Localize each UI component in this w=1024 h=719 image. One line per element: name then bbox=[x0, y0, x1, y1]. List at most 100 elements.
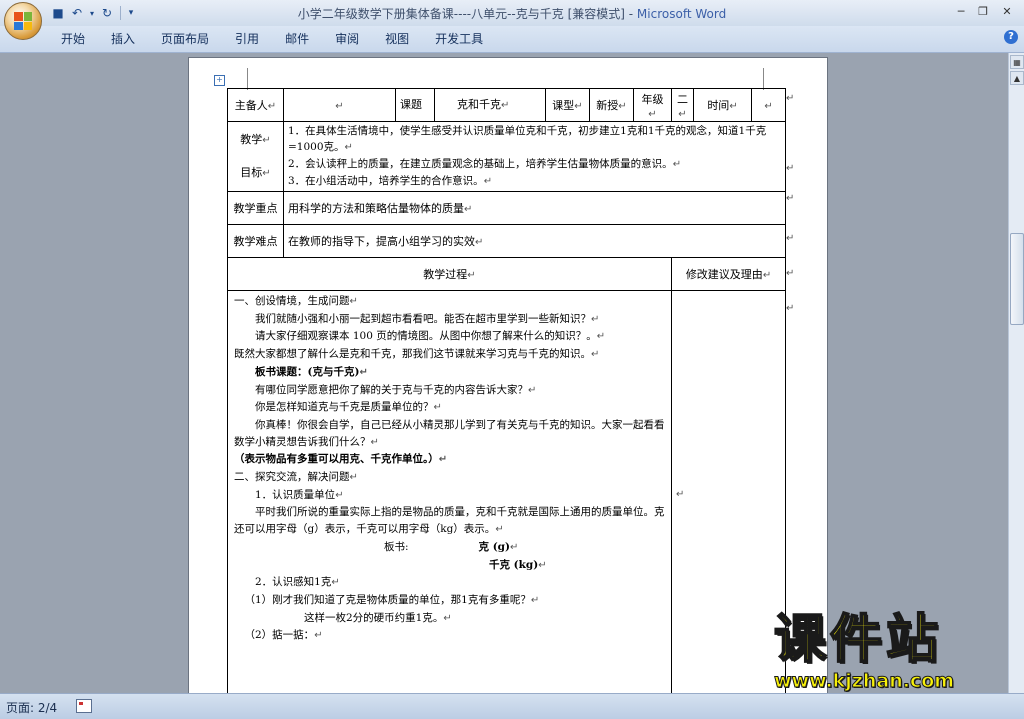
para-mark: ↵ bbox=[574, 101, 583, 112]
lesson-plan-table[interactable]: 主备人↵ ↵ 课题 克和千克↵ 课型↵ 新授↵ 年级↵ 二↵ 时间↵ ↵ 教学↵ … bbox=[227, 88, 787, 693]
tab-references[interactable]: 引用 bbox=[222, 30, 272, 48]
process-line: （1）刚才我们知道了克是物体质量的单位，那1克有多重呢？↵ bbox=[234, 592, 665, 610]
process-line: 平时我们所说的重量实际上指的是物品的质量，克和千克就是国际上通用的质量单位。克还… bbox=[234, 504, 665, 538]
process-line: 1．认识质量单位↵ bbox=[234, 487, 665, 505]
status-bar: 页面: 2/4 bbox=[0, 693, 1024, 719]
process-header-cell: 教学过程↵ bbox=[227, 257, 672, 291]
time-label: 时间 bbox=[707, 99, 730, 112]
difficulty-content-cell[interactable]: 在教师的指导下，提高小组学习的实效↵ bbox=[282, 224, 787, 258]
tab-developer[interactable]: 开发工具 bbox=[422, 30, 496, 48]
tab-view[interactable]: 视图 bbox=[372, 30, 422, 48]
process-line: 2．认识感知1克↵ bbox=[234, 574, 665, 592]
para-mark: ↵ bbox=[509, 541, 519, 553]
process-line: （表示物品有多重可以用克、千克作单位。）↵ bbox=[234, 451, 665, 469]
grade-value: 二 bbox=[677, 92, 688, 106]
board-value-kilogram: 千克 (kg) bbox=[489, 558, 539, 571]
process-line-text: 板书课题：(克与千克) bbox=[255, 365, 360, 378]
vertical-scrollbar[interactable]: ▦ ▲ bbox=[1008, 53, 1024, 693]
para-mark: ↵ bbox=[359, 366, 368, 378]
minimize-icon[interactable]: ─ bbox=[950, 2, 972, 20]
document-title: 小学二年级数学下册集体备课----八单元--克与千克 [兼容模式] bbox=[297, 7, 625, 21]
para-mark: ↵ bbox=[591, 349, 600, 361]
proofing-status-icon[interactable] bbox=[76, 699, 92, 713]
document-workspace[interactable]: 主备人↵ ↵ 课题 克和千克↵ 课型↵ 新授↵ 年级↵ 二↵ 时间↵ ↵ 教学↵ … bbox=[0, 53, 1008, 693]
process-line: （2）掂一掂：↵ bbox=[234, 627, 665, 645]
para-mark: ↵ bbox=[464, 204, 473, 215]
para-mark: ↵ bbox=[331, 577, 340, 589]
process-line: 我们就随小强和小丽一起到超市看看吧。能否在超市里学到一些新知识？↵ bbox=[234, 311, 665, 329]
close-icon[interactable]: ✕ bbox=[994, 2, 1020, 20]
para-mark: ↵ bbox=[483, 176, 493, 187]
restore-icon[interactable]: ❐ bbox=[972, 2, 994, 20]
tab-home[interactable]: 开始 bbox=[48, 30, 98, 48]
key-point-content-cell[interactable]: 用科学的方法和策略估量物体的质量↵ bbox=[282, 191, 787, 225]
ruler-toggle-icon[interactable]: ▦ bbox=[1010, 55, 1024, 69]
process-line: 二、探究交流，解决问题↵ bbox=[234, 469, 665, 487]
process-line-text: （表示物品有多重可以用克、千克作单位。） bbox=[234, 453, 439, 466]
preparer-label-cell: 主备人↵ bbox=[227, 88, 284, 122]
para-mark: ↵ bbox=[335, 100, 344, 112]
board-value-gram: 克 (g) bbox=[478, 540, 510, 553]
process-line-text: 你真棒！你很会自学，自己已经从小精灵那儿学到了有关克与千克的知识。大家一起看看数… bbox=[234, 418, 665, 448]
para-mark: ↵ bbox=[344, 142, 353, 153]
para-mark: ↵ bbox=[495, 524, 504, 536]
process-line: 请大家仔细观察课本 100 页的情境图。从图中你想了解来什么的知识？。↵ bbox=[234, 328, 665, 346]
para-mark: ↵ bbox=[370, 436, 379, 448]
grade-label: 年级 bbox=[641, 92, 664, 106]
scroll-thumb[interactable] bbox=[1010, 233, 1024, 325]
preparer-value-cell[interactable]: ↵ bbox=[283, 88, 396, 122]
watermark-brand: 课件站 bbox=[773, 610, 943, 670]
para-mark: ↵ bbox=[267, 101, 277, 112]
crop-mark bbox=[247, 68, 248, 90]
tab-page-layout[interactable]: 页面布局 bbox=[148, 30, 222, 48]
process-line: 既然大家都想了解什么是克和千克，那我们这节课就来学习克与千克的知识。↵ bbox=[234, 346, 665, 364]
tab-insert[interactable]: 插入 bbox=[98, 30, 148, 48]
key-point-label: 教学重点 bbox=[233, 202, 278, 215]
process-row: 一、创设情境，生成问题↵ 我们就随小强和小丽一起到超市看看吧。能否在超市里学到一… bbox=[227, 290, 787, 693]
page-indicator[interactable]: 页面: 2/4 bbox=[6, 699, 57, 716]
grade-label-cell: 年级 ↵ bbox=[633, 88, 672, 122]
para-mark: ↵ bbox=[262, 134, 271, 146]
difficulty-label-cell: 教学难点 bbox=[227, 224, 284, 258]
title-bar: ■ ↶ ▾ ↻ ▾ 小学二年级数学下册集体备课----八单元--克与千克 [兼容… bbox=[0, 0, 1024, 26]
difficulty-text: 在教师的指导下，提高小组学习的实效 bbox=[288, 235, 475, 248]
para-mark: ↵ bbox=[467, 270, 476, 281]
para-mark: ↵ bbox=[764, 100, 773, 112]
table-move-handle-icon[interactable]: + bbox=[214, 75, 225, 86]
type-label: 课型 bbox=[552, 99, 575, 112]
tab-review[interactable]: 审阅 bbox=[322, 30, 372, 48]
time-value-cell[interactable]: ↵ bbox=[751, 88, 787, 122]
goals-content-cell[interactable]: 1．在具体生活情境中，使学生感受并认识质量单位克和千克，初步建立1克和1千克的观… bbox=[282, 121, 787, 192]
tab-mailings[interactable]: 邮件 bbox=[272, 30, 322, 48]
goals-label-cell: 教学↵ 目标↵ bbox=[227, 121, 284, 192]
process-line: 你真棒！你很会自学，自己已经从小精灵那儿学到了有关克与千克的知识。大家一起看看数… bbox=[234, 417, 665, 451]
process-line-text: 你是怎样知道克与千克是质量单位的？ bbox=[255, 401, 434, 414]
goals-label-bottom: 目标↵ bbox=[232, 157, 279, 190]
scroll-up-icon[interactable]: ▲ bbox=[1010, 71, 1024, 85]
process-line-text: 2．认识感知1克 bbox=[255, 576, 332, 589]
topic-value: 克和千克 bbox=[457, 98, 501, 111]
goal-item-text: 1．在具体生活情境中，使学生感受并认识质量单位克和千克，初步建立1克和1千克的观… bbox=[288, 125, 767, 153]
help-icon[interactable]: ? bbox=[1004, 30, 1018, 44]
window-controls: ─ ❐ ✕ bbox=[950, 2, 1020, 20]
preparer-label: 主备人 bbox=[234, 99, 268, 112]
process-header-text: 教学过程 bbox=[423, 268, 468, 281]
board-label: 板书: bbox=[384, 540, 409, 553]
watermark-url: www.kjzhan.com bbox=[773, 670, 955, 693]
key-point-text: 用科学的方法和策略估量物体的质量 bbox=[288, 202, 464, 215]
process-line-text: 1．认识质量单位 bbox=[255, 488, 336, 501]
process-content-cell[interactable]: 一、创设情境，生成问题↵ 我们就随小强和小丽一起到超市看看吧。能否在超市里学到一… bbox=[227, 290, 672, 693]
goals-label-top-text: 教学 bbox=[240, 132, 263, 146]
process-line: 千克 (kg)↵ bbox=[234, 557, 665, 575]
office-button[interactable] bbox=[4, 2, 42, 40]
row-end-mark: ↵ bbox=[786, 268, 795, 279]
suggestions-content-cell[interactable]: ↵ bbox=[670, 290, 787, 693]
ribbon-tabs: 开始 插入 页面布局 引用 邮件 审阅 视图 开发工具 bbox=[48, 30, 496, 48]
topic-cell: 课题 克和千克↵ bbox=[395, 88, 546, 122]
topic-label: 课题 bbox=[400, 89, 435, 121]
process-line: 一、创设情境，生成问题↵ bbox=[234, 293, 665, 311]
para-mark: ↵ bbox=[678, 108, 687, 120]
process-line-text: 我们就随小强和小丽一起到超市看看吧。能否在超市里学到一些新知识？ bbox=[255, 312, 591, 325]
goals-row: 教学↵ 目标↵ 1．在具体生活情境中，使学生感受并认识质量单位克和千克，初步建立… bbox=[227, 121, 787, 192]
process-line-text: 请大家仔细观察课本 100 页的情境图。从图中你想了解来什么的知识？。 bbox=[255, 330, 597, 343]
